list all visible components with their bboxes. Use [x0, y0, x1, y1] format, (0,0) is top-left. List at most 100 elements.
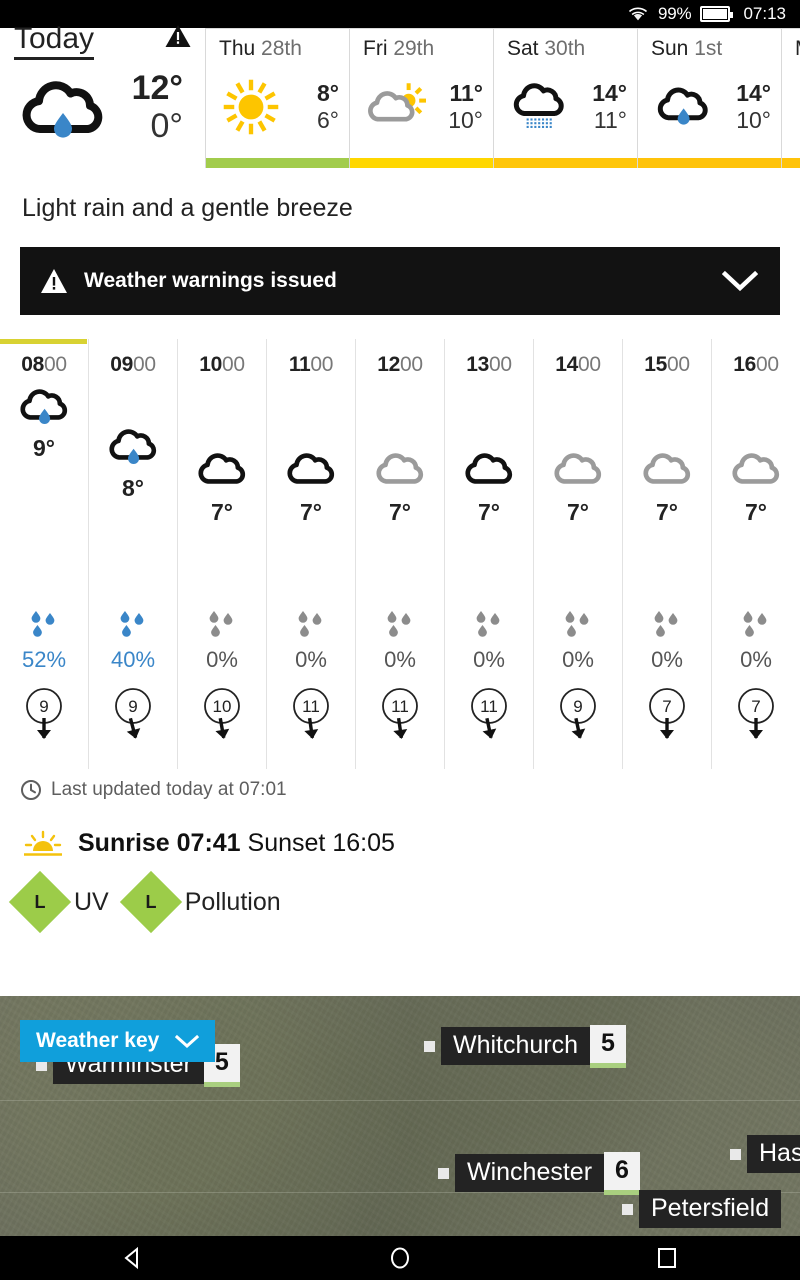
day-card-date: M — [782, 29, 800, 61]
day-card-temps: 14° 11° — [575, 80, 627, 134]
index-item-uv[interactable]: L UV — [8, 870, 109, 934]
raindrops-icon — [650, 609, 684, 644]
hour-temperature: 7° — [300, 499, 322, 525]
index-label: Pollution — [184, 887, 281, 916]
map-place-name: Petersfield — [639, 1190, 782, 1228]
hour-temperature: 9° — [33, 435, 55, 461]
day-card-1[interactable]: Fri 29th 11° 10° — [349, 28, 493, 168]
raindrops-icon — [205, 609, 239, 644]
day-card-high: 14° — [592, 79, 627, 106]
last-updated-row: Last updated today at 07:01 — [0, 769, 800, 801]
day-card-2[interactable]: Sat 30th 14° 11° — [493, 28, 637, 168]
precipitation-percent: 0% — [651, 647, 683, 672]
day-cards-carousel[interactable]: Thu 28th 8° 6° Fri 29th 11° 10° Sat 30th — [205, 28, 800, 168]
sunrise-icon — [24, 830, 62, 856]
map-place-name: Has — [747, 1135, 800, 1173]
hour-wind: 7 — [734, 686, 778, 747]
chevron-down-icon[interactable] — [722, 270, 758, 292]
home-circle-icon[interactable] — [370, 1243, 430, 1273]
raindrops-icon — [22, 609, 66, 644]
hour-wind: 11 — [289, 686, 333, 747]
hour-label: 1300 — [466, 353, 512, 376]
hour-precipitation: 0% — [294, 609, 328, 673]
hour-temperature: 7° — [567, 499, 589, 525]
day-card-severity-bar — [206, 158, 349, 168]
hour-label: 0900 — [110, 353, 156, 376]
last-updated-text: Last updated today at 07:01 — [51, 779, 287, 800]
raindrops-icon — [561, 609, 595, 644]
day-card-temps: 14° 10° — [719, 80, 771, 134]
raindrops-icon — [472, 609, 506, 644]
hour-wind: 10 — [200, 686, 244, 747]
day-card-4[interactable]: M — [781, 28, 800, 168]
svg-text:11: 11 — [391, 697, 409, 716]
warning-triangle-icon[interactable] — [165, 24, 191, 48]
index-level: L — [145, 891, 157, 912]
today-panel[interactable]: Today 12° 0° — [0, 22, 205, 168]
precipitation-percent: 0% — [562, 647, 594, 672]
map-label-petersfield[interactable]: Petersfield — [622, 1190, 782, 1228]
hourly-forecast-strip[interactable]: 0800 9° 52% 9 0900 8° 40% 9 1000 7° 0% 1… — [0, 339, 800, 769]
hourly-column-16[interactable]: 1600 7° 0% 7 — [712, 339, 800, 769]
current-hour-indicator — [0, 339, 87, 344]
clock-time: 07:13 — [743, 4, 786, 23]
battery-percent: 99% — [658, 4, 692, 23]
indices-row: L UV L Pollution — [0, 858, 800, 934]
day-card-low: 11° — [593, 106, 627, 133]
cloud-dark-icon — [193, 449, 251, 492]
cloud-grey-icon — [549, 449, 607, 492]
hour-wind: 9 — [556, 686, 600, 747]
raindrops-icon — [383, 609, 417, 644]
weather-warning-banner[interactable]: Weather warnings issued — [20, 247, 780, 315]
hour-label: 1200 — [377, 353, 423, 376]
back-triangle-icon[interactable] — [103, 1243, 163, 1273]
cloud-dark-icon — [460, 449, 518, 492]
day-card-temps: 8° 6° — [287, 80, 339, 134]
cloud-grey-icon — [727, 449, 785, 492]
warning-banner-text: Weather warnings issued — [84, 269, 337, 292]
hour-precipitation: 0% — [205, 609, 239, 673]
warning-triangle-icon — [41, 269, 67, 293]
wifi-icon — [627, 6, 649, 22]
hourly-column-09[interactable]: 0900 8° 40% 9 — [89, 339, 178, 769]
hourly-column-15[interactable]: 1500 7° 0% 7 — [623, 339, 712, 769]
today-min-temp: 0° — [150, 107, 183, 145]
hourly-column-08[interactable]: 0800 9° 52% 9 — [0, 339, 89, 769]
index-level-diamond: L — [119, 870, 182, 934]
rain-cloud-icon — [15, 385, 73, 434]
hourly-column-11[interactable]: 1100 7° 0% 11 — [267, 339, 356, 769]
conditions-summary: Light rain and a gentle breeze — [22, 194, 353, 222]
day-card-severity-bar — [494, 158, 637, 168]
recents-square-icon[interactable] — [637, 1243, 697, 1273]
cloud-dark-icon — [282, 449, 340, 492]
index-item-pollution[interactable]: L Pollution — [119, 870, 281, 934]
today-tab[interactable]: Today — [14, 22, 95, 60]
hourly-column-12[interactable]: 1200 7° 0% 11 — [356, 339, 445, 769]
raindrops-icon — [739, 609, 773, 644]
rain-cloud-icon — [104, 425, 162, 474]
hour-label: 1000 — [199, 353, 245, 376]
day-card-3[interactable]: Sun 1st 14° 10° — [637, 28, 781, 168]
map-label-has[interactable]: Has — [730, 1135, 800, 1173]
hour-precipitation: 0% — [561, 609, 595, 673]
hourly-column-13[interactable]: 1300 7° 0% 11 — [445, 339, 534, 769]
drizzle-cloud-icon — [502, 80, 575, 132]
hourly-column-10[interactable]: 1000 7° 0% 10 — [178, 339, 267, 769]
map-label-whitchurch[interactable]: Whitchurch 5 — [424, 1024, 626, 1068]
hour-label: 1600 — [733, 353, 779, 376]
day-card-date: Sun 1st — [651, 37, 723, 60]
hour-temperature: 7° — [745, 499, 767, 525]
hourly-column-14[interactable]: 1400 7° 0% 9 — [534, 339, 623, 769]
map-label-winchester[interactable]: Winchester 6 — [438, 1151, 640, 1195]
weather-key-button[interactable]: Weather key — [20, 1020, 216, 1062]
day-card-0[interactable]: Thu 28th 8° 6° — [205, 28, 349, 168]
precipitation-percent: 0% — [384, 647, 416, 672]
sunset-label: Sunset 16:05 — [247, 829, 395, 857]
android-nav-bar[interactable] — [0, 1236, 800, 1280]
hour-precipitation: 0% — [472, 609, 506, 673]
day-card-temps: 11° 10° — [431, 80, 483, 134]
sun-times-row: Sunrise 07:41 Sunset 16:05 — [0, 801, 800, 858]
precipitation-percent: 0% — [206, 647, 238, 672]
hour-wind: 7 — [645, 686, 689, 747]
index-level: L — [34, 891, 46, 912]
